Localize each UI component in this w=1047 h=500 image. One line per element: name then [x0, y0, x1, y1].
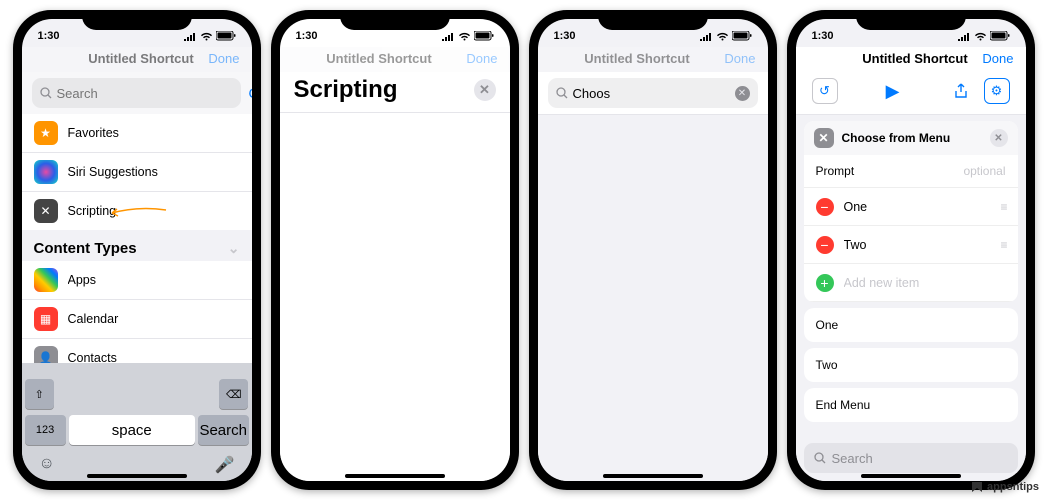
calendar-icon: ▦	[34, 307, 58, 331]
mic-key[interactable]: 🎤	[215, 455, 235, 475]
contacts-icon: 👤	[34, 346, 58, 363]
space-key[interactable]: space	[69, 415, 195, 445]
wifi-icon	[200, 32, 213, 41]
shift-key[interactable]: ⇧	[25, 379, 55, 409]
block-end-menu[interactable]: End Menu	[804, 388, 1018, 422]
share-button[interactable]	[948, 78, 974, 104]
siri-icon	[34, 160, 58, 184]
scripting-icon: ✕	[814, 128, 834, 148]
home-indicator[interactable]	[861, 474, 961, 478]
bottom-search[interactable]: Search	[804, 443, 1018, 473]
notch	[340, 10, 450, 30]
done-button[interactable]: Done	[208, 51, 239, 66]
phone-2: 1:30 Untitled ShortcutDone Scripting ✕	[271, 10, 519, 490]
close-button[interactable]: ✕	[474, 79, 496, 101]
emoji-key[interactable]: ☺	[39, 455, 55, 475]
search-bar: Cancel	[22, 72, 252, 114]
status-icons	[441, 31, 494, 41]
row-scripting[interactable]: ✕Scripting	[22, 192, 252, 230]
phone-4: 1:30 Untitled Shortcut Done ↺ ▶ ⚙ ✕ Choo…	[787, 10, 1035, 490]
nav-bar-dimmed: Untitled ShortcutDone	[538, 47, 768, 72]
sheet-header: Scripting ✕	[280, 72, 510, 113]
status-time: 1:30	[38, 30, 60, 42]
search-field[interactable]: Choos ✕	[548, 78, 758, 108]
add-icon[interactable]: +	[816, 274, 834, 292]
done-button[interactable]: Done	[982, 51, 1013, 66]
search-key[interactable]: Search	[198, 415, 249, 445]
status-icons	[183, 31, 236, 41]
row-favorites[interactable]: ★Favorites	[22, 114, 252, 153]
notch	[82, 10, 192, 30]
action-card-choose-from-menu: ✕ Choose from Menu ✕ Prompt optional −On…	[804, 121, 1018, 302]
prompt-field[interactable]: Prompt optional	[804, 155, 1018, 188]
search-field[interactable]	[32, 78, 241, 108]
drag-handle-icon[interactable]: ≡	[1000, 238, 1005, 252]
key-row-3: ⇧⌫	[25, 379, 249, 409]
phone-3: 1:30 Untitled ShortcutDone Choos ✕	[529, 10, 777, 490]
drag-handle-icon[interactable]: ≡	[1000, 200, 1005, 214]
notch	[856, 10, 966, 30]
menu-item-two[interactable]: −Two≡	[804, 226, 1018, 264]
sheet-title: Scripting	[294, 76, 398, 104]
row-siri-suggestions[interactable]: Siri Suggestions	[22, 153, 252, 192]
block-two[interactable]: Two	[804, 348, 1018, 382]
card-header[interactable]: ✕ Choose from Menu ✕	[804, 121, 1018, 155]
search-value: Choos	[573, 86, 611, 101]
settings-toggle-button[interactable]: ⚙	[984, 78, 1010, 104]
home-indicator[interactable]	[603, 474, 703, 478]
watermark: appsntips	[970, 480, 1039, 494]
home-indicator[interactable]	[345, 474, 445, 478]
signal-icon	[183, 32, 197, 41]
search-input[interactable]	[57, 86, 233, 101]
scripting-icon: ✕	[34, 199, 58, 223]
block-one[interactable]: One	[804, 308, 1018, 342]
nav-bar: Untitled Shortcut Done	[796, 47, 1026, 72]
chevron-down-icon: ⌄	[228, 240, 240, 257]
nav-bar-dimmed: Untitled ShortcutDone	[280, 47, 510, 72]
nav-title: Untitled Shortcut	[862, 51, 967, 66]
status-time: 1:30	[296, 30, 318, 42]
nav-title: Untitled Shortcut	[88, 51, 193, 66]
row-calendar[interactable]: ▦Calendar	[22, 300, 252, 339]
notch	[598, 10, 708, 30]
phone-1: 1:30 Untitled Shortcut Done Cancel ★Favo…	[13, 10, 261, 490]
editor-toolbar: ↺ ▶ ⚙	[796, 72, 1026, 115]
search-icon	[814, 452, 826, 464]
section-content-types[interactable]: Content Types⌄	[22, 230, 252, 261]
run-button[interactable]: ▶	[880, 78, 906, 104]
add-new-item[interactable]: +Add new item	[804, 264, 1018, 302]
row-contacts[interactable]: 👤Contacts	[22, 339, 252, 363]
remove-action-button[interactable]: ✕	[990, 129, 1008, 147]
status-time: 1:30	[554, 30, 576, 42]
star-icon: ★	[34, 121, 58, 145]
undo-button[interactable]: ↺	[812, 78, 838, 104]
row-apps[interactable]: Apps	[22, 261, 252, 300]
apps-icon	[34, 268, 58, 292]
search-bar: Choos ✕	[538, 72, 768, 115]
remove-icon[interactable]: −	[816, 198, 834, 216]
keyboard: ⇧⌫ 123 space Search ☺🎤	[22, 363, 252, 481]
backspace-key[interactable]: ⌫	[219, 379, 249, 409]
status-time: 1:30	[812, 30, 834, 42]
battery-icon	[216, 31, 236, 41]
menu-item-one[interactable]: −One≡	[804, 188, 1018, 226]
remove-icon[interactable]: −	[816, 236, 834, 254]
clear-button[interactable]: ✕	[735, 86, 750, 101]
search-icon	[556, 87, 568, 99]
search-icon	[40, 87, 52, 99]
numbers-key[interactable]: 123	[25, 415, 66, 445]
home-indicator[interactable]	[87, 474, 187, 478]
cancel-button[interactable]: Cancel	[249, 85, 252, 101]
nav-bar-dimmed: Untitled Shortcut Done	[22, 47, 252, 72]
